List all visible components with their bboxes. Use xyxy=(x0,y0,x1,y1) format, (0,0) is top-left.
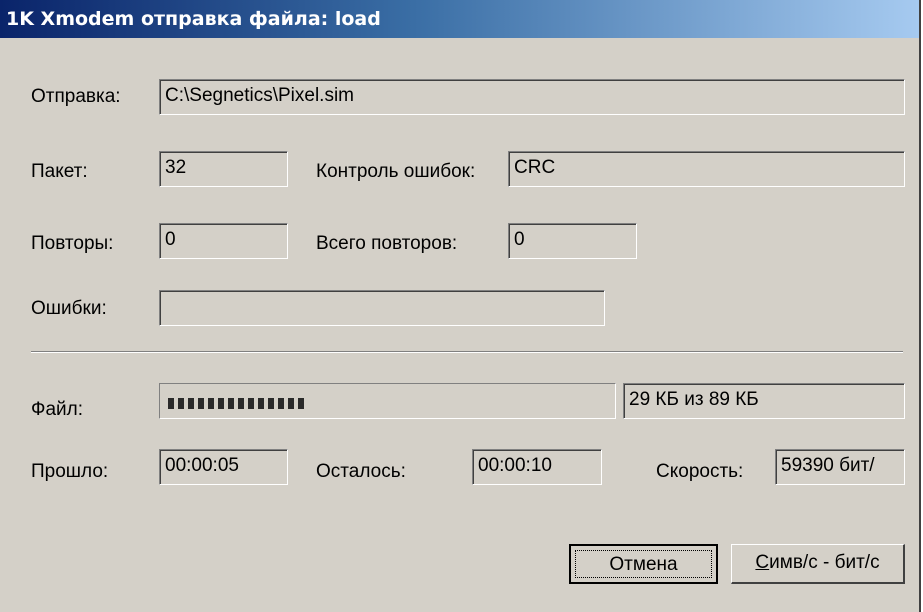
error-control-field: CRC xyxy=(508,151,905,187)
progress-block xyxy=(228,398,234,409)
sending-label: Отправка: xyxy=(31,86,121,107)
sending-path-field: C:\Segnetics\Pixel.sim xyxy=(159,79,905,115)
errors-field xyxy=(159,290,605,326)
error-control-label: Контроль ошибок: xyxy=(316,161,476,182)
speed-label: Скорость: xyxy=(656,461,744,482)
progress-block xyxy=(208,398,214,409)
file-progress-bar xyxy=(159,383,616,419)
toggle-units-label: имв/с - бит/с xyxy=(769,552,880,573)
progress-block xyxy=(238,398,244,409)
title-bar[interactable]: 1K Xmodem отправка файла: load xyxy=(0,0,919,38)
total-retries-field: 0 xyxy=(508,223,637,259)
progress-block xyxy=(218,398,224,409)
progress-block xyxy=(298,398,304,409)
file-progress-text: 29 КБ из 89 КБ xyxy=(623,383,905,419)
progress-block xyxy=(248,398,254,409)
toggle-units-hotkey: С xyxy=(755,552,770,573)
cancel-button[interactable]: Отмена xyxy=(569,544,718,584)
window-title: 1K Xmodem отправка файла: load xyxy=(6,8,381,30)
progress-fill xyxy=(168,398,304,409)
cancel-button-label: Отмена xyxy=(575,550,712,578)
progress-block xyxy=(268,398,274,409)
progress-block xyxy=(278,398,284,409)
progress-block xyxy=(288,398,294,409)
toggle-units-button[interactable]: Симв/с - бит/с xyxy=(731,544,905,584)
remaining-label: Осталось: xyxy=(316,461,406,482)
progress-block xyxy=(258,398,264,409)
transfer-dialog: 1K Xmodem отправка файла: load Отправка:… xyxy=(0,0,921,612)
speed-field: 59390 бит/ xyxy=(775,449,905,485)
total-retries-label: Всего повторов: xyxy=(316,233,458,254)
progress-block xyxy=(198,398,204,409)
errors-label: Ошибки: xyxy=(31,298,107,319)
remaining-field: 00:00:10 xyxy=(472,449,602,485)
progress-block xyxy=(188,398,194,409)
file-label: Файл: xyxy=(31,399,83,420)
retries-label: Повторы: xyxy=(31,233,114,254)
separator xyxy=(31,351,903,353)
packet-field: 32 xyxy=(159,151,288,187)
progress-block xyxy=(168,398,174,409)
elapsed-field: 00:00:05 xyxy=(159,449,288,485)
packet-label: Пакет: xyxy=(31,161,88,182)
progress-block xyxy=(178,398,184,409)
elapsed-label: Прошло: xyxy=(31,461,109,482)
retries-field: 0 xyxy=(159,223,288,259)
